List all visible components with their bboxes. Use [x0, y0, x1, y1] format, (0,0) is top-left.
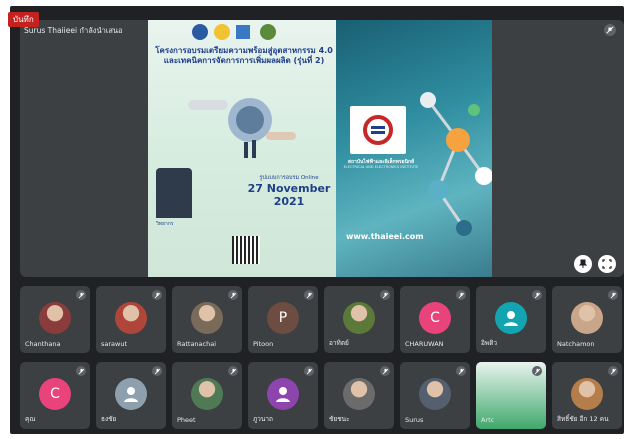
participant-tile[interactable]: Chanthana	[20, 286, 90, 353]
avatar-initial: C	[50, 385, 60, 402]
avatar-photo	[419, 377, 451, 410]
eei-logo	[350, 106, 406, 154]
participant-name: อาทิตย์	[329, 339, 349, 347]
poster-right-panel: สถาบันไฟฟ้าและอิเล็กทรอนิกส์ ELECTRICAL …	[336, 20, 492, 277]
avatar-initial: C	[430, 309, 440, 326]
participant-name: Artc	[481, 416, 495, 424]
presenter-label: Surus Thaiieei กำลังนำเสนอ	[24, 26, 123, 35]
participant-tile[interactable]: ชัยชนะ	[324, 362, 394, 429]
avatar-initial: P	[278, 309, 288, 326]
mic-off-icon	[76, 290, 86, 300]
mic-off-icon	[152, 290, 162, 300]
mic-off-icon	[380, 290, 390, 300]
participant-name: Surus	[405, 416, 424, 424]
mic-off-icon	[532, 290, 542, 300]
mic-off-icon	[532, 366, 542, 376]
participant-tile[interactable]: ภูวนาถ	[248, 362, 318, 429]
avatar-letter: P	[267, 301, 299, 334]
participant-tile[interactable]: C CHARUWAN	[400, 286, 470, 353]
participant-tile[interactable]: Rattanachai	[172, 286, 242, 353]
shared-screen: โครงการอบรมเตรียมความพร้อมสู่อุตสาหกรรม …	[148, 20, 492, 277]
avatar-photo	[191, 301, 223, 334]
avatar-letter: C	[419, 301, 451, 334]
avatar-photo	[191, 377, 223, 410]
default-avatar-icon	[115, 377, 147, 410]
participant-tile[interactable]: อาทิตย์	[324, 286, 394, 353]
event-date: รูปแบบการอบรม Online 27 November 2021	[247, 175, 331, 208]
robot-hand-image	[188, 98, 296, 158]
participant-tile[interactable]: P Pitoon	[248, 286, 318, 353]
participant-name: sarawut	[101, 340, 128, 348]
mic-off-icon	[304, 290, 314, 300]
participant-tile[interactable]: Artc	[476, 362, 546, 429]
participant-tile[interactable]: Natchamon	[552, 286, 622, 353]
mic-off-icon	[304, 366, 314, 376]
avatar-photo	[39, 301, 71, 334]
participant-name: Rattanachai	[177, 340, 217, 348]
poster-left-panel: โครงการอบรมเตรียมความพร้อมสู่อุตสาหกรรม …	[148, 20, 336, 277]
mic-off-icon	[380, 366, 390, 376]
meeting-window: Surus Thaiieei กำลังนำเสนอ โครงการอบรมเต…	[0, 0, 626, 439]
participant-name: CHARUWAN	[405, 340, 444, 348]
avatar-photo	[343, 301, 375, 334]
avatar-photo	[343, 377, 375, 410]
participant-name: อิพติว	[481, 339, 498, 347]
participant-name: ภูวนาถ	[253, 415, 273, 423]
participant-name: Natchamon	[557, 340, 595, 348]
participant-name: คุณ	[25, 415, 36, 423]
participant-tile[interactable]: อิพติว	[476, 286, 546, 353]
sponsor-logos	[192, 24, 276, 40]
mic-off-icon	[228, 290, 238, 300]
participant-name: Pheet	[177, 416, 196, 424]
avatar-photo	[571, 301, 603, 334]
recording-badge: บันทึก	[8, 12, 39, 27]
speaker-label: วิทยากร	[156, 221, 174, 227]
speaker-photo	[156, 168, 192, 218]
avatar-photo	[115, 301, 147, 334]
qr-code	[232, 236, 260, 264]
participant-name: สิทธิ์ชัย อีก 12 คน	[557, 415, 609, 423]
fullscreen-icon[interactable]	[598, 255, 616, 273]
avatar-letter: C	[39, 377, 71, 410]
participant-tile[interactable]: sarawut	[96, 286, 166, 353]
participant-tile[interactable]: Surus	[400, 362, 470, 429]
website-url: www.thaieei.com	[346, 232, 424, 241]
mic-off-icon	[152, 366, 162, 376]
avatar-photo	[571, 377, 603, 410]
participant-tile[interactable]: Pheet	[172, 362, 242, 429]
pin-icon[interactable]	[574, 255, 592, 273]
molecule-graphic	[420, 92, 492, 236]
participant-name: ชัยชนะ	[329, 415, 350, 423]
participant-name: Chanthana	[25, 340, 61, 348]
mic-off-icon	[608, 366, 618, 376]
default-avatar-icon	[495, 301, 527, 334]
default-avatar-icon	[267, 377, 299, 410]
mic-off-icon	[456, 366, 466, 376]
mic-off-icon	[608, 290, 618, 300]
participant-tile[interactable]: C คุณ	[20, 362, 90, 429]
participant-tile[interactable]: ธงชัย	[96, 362, 166, 429]
participant-name: Pitoon	[253, 340, 274, 348]
mic-off-icon	[456, 290, 466, 300]
presentation-title: โครงการอบรมเตรียมความพร้อมสู่อุตสาหกรรม …	[155, 46, 333, 65]
mic-off-icon	[604, 24, 616, 36]
participant-tile[interactable]: สิทธิ์ชัย อีก 12 คน	[552, 362, 622, 429]
participant-name: ธงชัย	[101, 415, 117, 423]
mic-off-icon	[76, 366, 86, 376]
mic-off-icon	[228, 366, 238, 376]
